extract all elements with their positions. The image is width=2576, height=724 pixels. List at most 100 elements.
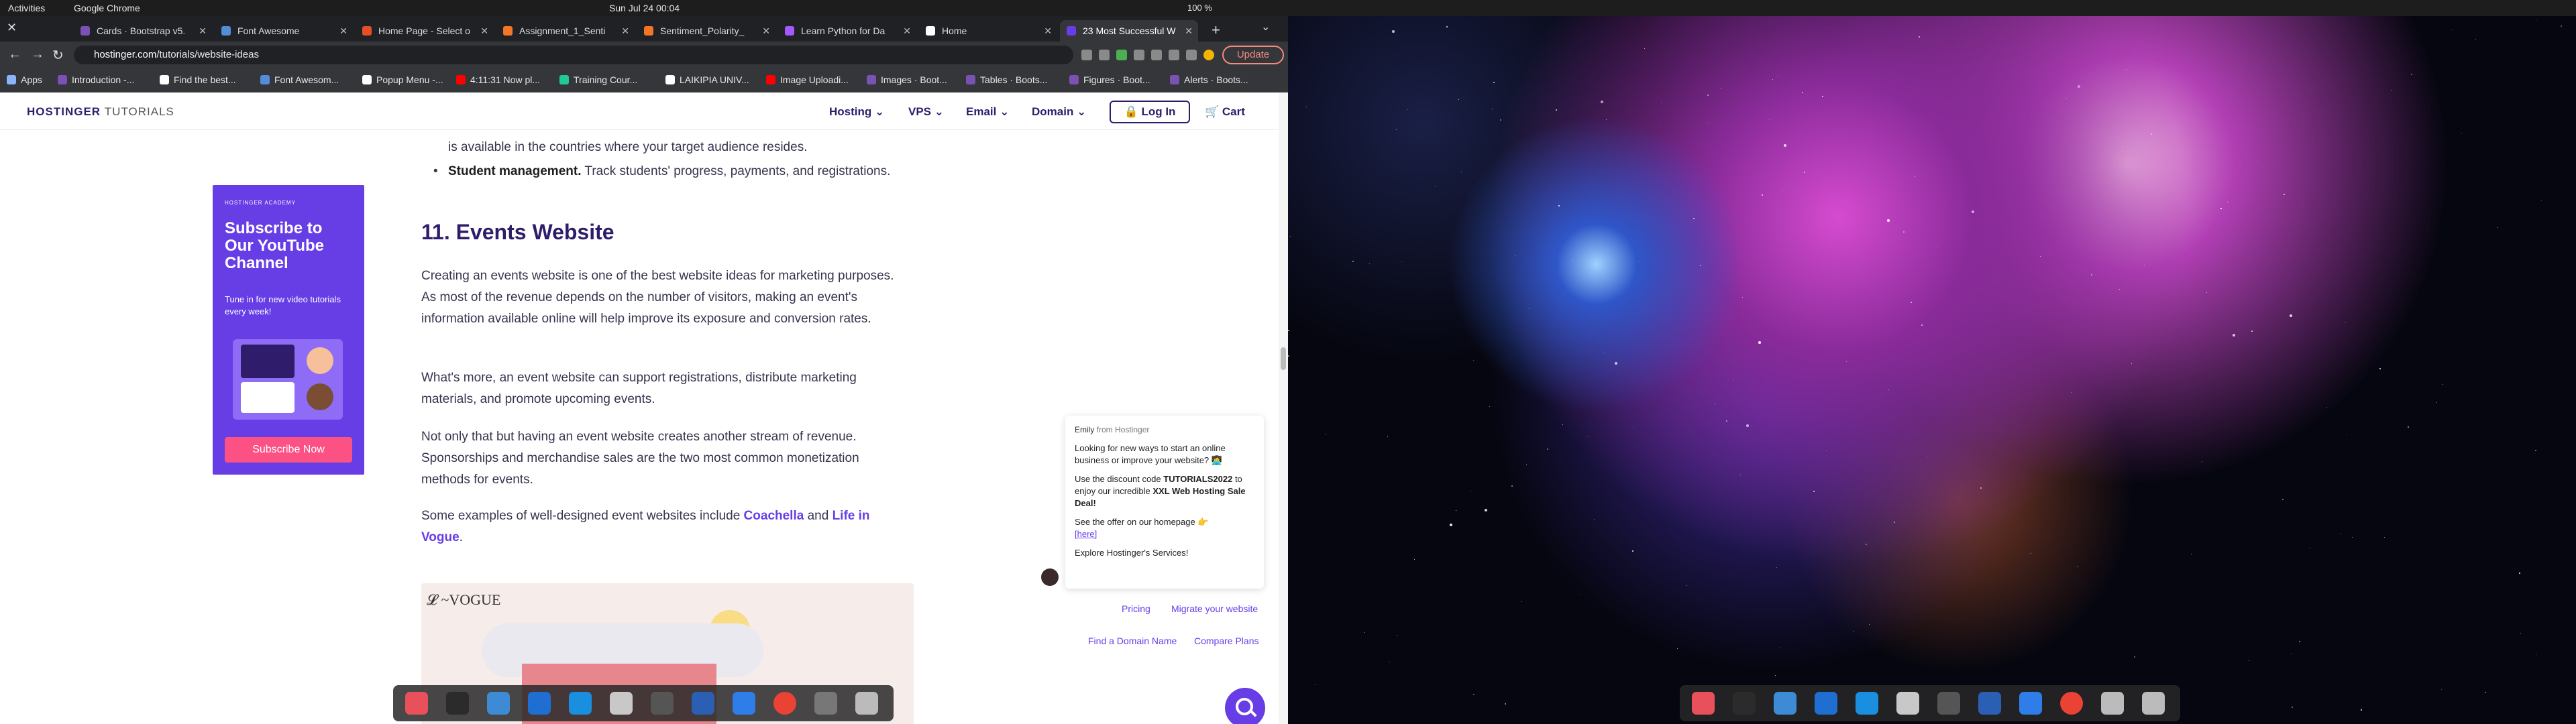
nav-domain[interactable]: Domain ⌄ — [1032, 105, 1086, 119]
dock-app-icon[interactable] — [610, 692, 633, 715]
tab-close-icon[interactable]: ✕ — [199, 20, 207, 42]
nav-hosting[interactable]: Hosting ⌄ — [829, 105, 884, 119]
dock-app-icon[interactable] — [2142, 692, 2165, 715]
bookmark-item[interactable]: 4:11:31 Now pl... — [456, 74, 540, 85]
browser-tab[interactable]: Assignment_1_Senti ✕ — [496, 20, 635, 42]
bookmark-item[interactable]: Training Cour... — [559, 74, 637, 85]
dock-app-icon[interactable] — [773, 692, 796, 715]
app-menu[interactable]: Google Chrome — [74, 3, 140, 13]
update-button[interactable]: Update — [1222, 46, 1284, 64]
search-icon[interactable] — [1225, 688, 1265, 724]
page-scrollbar[interactable] — [1279, 93, 1288, 724]
bookmark-item[interactable]: Find the best... — [160, 74, 236, 85]
profile-avatar[interactable] — [1203, 50, 1214, 60]
tab-search-icon[interactable]: ✕ — [7, 21, 17, 35]
dock-app-icon[interactable] — [2060, 692, 2083, 715]
dock-app-icon[interactable] — [405, 692, 428, 715]
browser-tab[interactable]: Home Page - Select o ✕ — [356, 20, 494, 42]
quick-link-domain[interactable]: Find a Domain Name — [1080, 630, 1185, 652]
dock-app-icon[interactable] — [446, 692, 469, 715]
nav-email[interactable]: Email ⌄ — [966, 105, 1009, 119]
scrollbar-thumb[interactable] — [1281, 347, 1286, 370]
cart-button[interactable]: 🛒 Cart — [1205, 105, 1245, 119]
extension-icon[interactable] — [1134, 50, 1144, 60]
dock-app-icon[interactable] — [2101, 692, 2124, 715]
browser-tab[interactable]: Learn Python for Da ✕ — [778, 20, 916, 42]
bookmark-item[interactable]: Alerts · Boots... — [1170, 74, 1248, 85]
battery-label[interactable]: 100 % — [1187, 3, 1212, 13]
dock-app-icon[interactable] — [692, 692, 714, 715]
here-link[interactable]: [here] — [1075, 529, 1097, 539]
nav-vps[interactable]: VPS ⌄ — [908, 105, 944, 119]
dock-app-icon[interactable] — [1774, 692, 1796, 715]
reload-icon[interactable]: ↻ — [52, 47, 64, 64]
dock-app-icon[interactable] — [1937, 692, 1960, 715]
tab-close-icon[interactable]: ✕ — [1185, 20, 1193, 42]
presenter-avatar — [307, 383, 333, 410]
forward-icon[interactable]: → — [31, 47, 44, 62]
chat-popup[interactable]: Emily from Hostinger Looking for new way… — [1065, 416, 1264, 589]
dock-app-icon[interactable] — [1856, 692, 1878, 715]
browser-tab[interactable]: Sentiment_Polarity_ ✕ — [637, 20, 775, 42]
extension-icon[interactable] — [1169, 50, 1179, 60]
star-shape — [1746, 424, 1749, 427]
star-shape — [2441, 689, 2442, 690]
bookmark-item[interactable]: Popup Menu -... — [362, 74, 443, 85]
dock-app-icon[interactable] — [814, 692, 837, 715]
quick-link-compare[interactable]: Compare Plans — [1186, 630, 1267, 652]
browser-tab[interactable]: 23 Most Successful W ✕ — [1060, 20, 1198, 42]
youtube-promo[interactable]: HOSTINGER ACADEMY Subscribe to Our YouTu… — [213, 185, 364, 475]
dock-app-icon[interactable] — [569, 692, 592, 715]
dock-app-icon[interactable] — [1815, 692, 1837, 715]
dock-app-icon[interactable] — [651, 692, 674, 715]
clock[interactable]: Sun Jul 24 00:04 — [609, 3, 680, 13]
tab-close-icon[interactable]: ✕ — [1044, 20, 1052, 42]
browser-tab[interactable]: Font Awesome ✕ — [215, 20, 353, 42]
quick-link-pricing[interactable]: Pricing — [1114, 598, 1159, 619]
dock-app-icon[interactable] — [487, 692, 510, 715]
tab-close-icon[interactable]: ✕ — [621, 20, 629, 42]
tab-close-icon[interactable]: ✕ — [339, 20, 347, 42]
bookmark-item[interactable]: Introduction -... — [58, 74, 134, 85]
extension-icon[interactable] — [1186, 50, 1197, 60]
dock-app-icon[interactable] — [1692, 692, 1715, 715]
star-shape — [1601, 101, 1603, 103]
dock-app-icon[interactable] — [1896, 692, 1919, 715]
bookmark-item[interactable]: Apps — [7, 74, 42, 85]
coachella-link[interactable]: Coachella — [744, 509, 804, 523]
url-path: /tutorials/website-ideas — [156, 49, 259, 60]
quick-link-migrate[interactable]: Migrate your website — [1163, 598, 1267, 619]
login-button[interactable]: 🔒 Log In — [1110, 101, 1190, 123]
bookmark-favicon-icon — [766, 75, 775, 84]
extension-icon[interactable] — [1151, 50, 1162, 60]
tab-close-icon[interactable]: ✕ — [762, 20, 770, 42]
dock-app-icon[interactable] — [2019, 692, 2042, 715]
browser-tab[interactable]: Cards · Bootstrap v5. ✕ — [74, 20, 212, 42]
back-icon[interactable]: ← — [8, 47, 21, 62]
tab-close-icon[interactable]: ✕ — [903, 20, 911, 42]
extension-icon[interactable] — [1116, 50, 1127, 60]
bookmark-item[interactable]: LAIKIPIA UNIV... — [665, 74, 749, 85]
bookmark-item[interactable]: Tables · Boots... — [966, 74, 1047, 85]
tab-close-icon[interactable]: ✕ — [480, 20, 488, 42]
browser-tab[interactable]: Home ✕ — [919, 20, 1057, 42]
extension-icon[interactable] — [1081, 50, 1092, 60]
dock-app-icon[interactable] — [528, 692, 551, 715]
subscribe-button[interactable]: Subscribe Now — [225, 437, 352, 463]
activities-button[interactable]: Activities — [8, 3, 45, 13]
new-tab-button[interactable]: + — [1212, 21, 1220, 39]
dock-app-icon[interactable] — [733, 692, 755, 715]
dock-app-icon[interactable] — [1733, 692, 1756, 715]
agent-avatar[interactable] — [1041, 568, 1059, 586]
site-logo[interactable]: HOSTINGER TUTORIALS — [27, 105, 174, 119]
dock-app-icon[interactable] — [855, 692, 878, 715]
presenter-avatar — [307, 347, 333, 374]
bookmark-item[interactable]: Font Awesom... — [260, 74, 339, 85]
url-input[interactable]: hostinger.com/tutorials/website-ideas — [74, 46, 1073, 64]
window-controls[interactable]: ⌄ — [1261, 20, 1270, 34]
bookmark-item[interactable]: Figures · Boot... — [1069, 74, 1150, 85]
bookmark-item[interactable]: Image Uploadi... — [766, 74, 849, 85]
extension-icon[interactable] — [1099, 50, 1110, 60]
bookmark-item[interactable]: Images · Boot... — [867, 74, 947, 85]
dock-app-icon[interactable] — [1978, 692, 2001, 715]
